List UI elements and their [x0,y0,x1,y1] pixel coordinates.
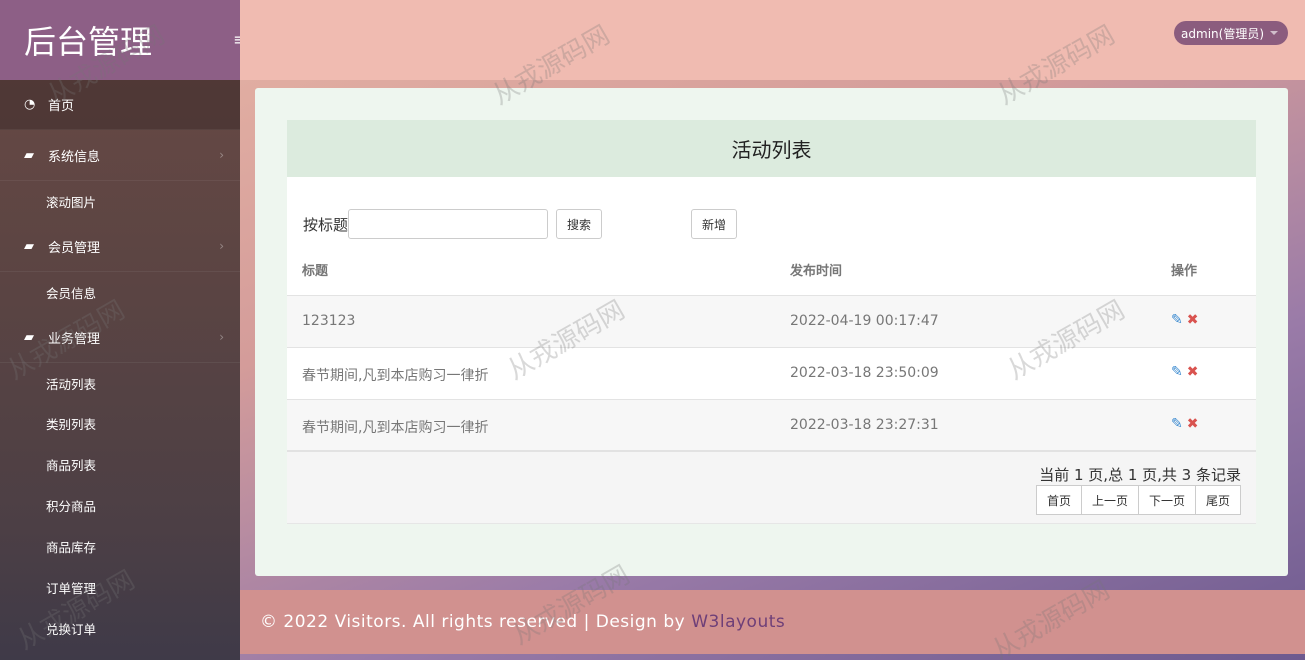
sidebar-item-label: 订单管理 [46,581,97,596]
sidebar-item-inventory[interactable]: 商品库存 [0,526,240,567]
row-time: 2022-04-19 00:17:47 [790,313,939,329]
table-row: 123123 2022-04-19 00:17:47 ✎ ✖ [287,295,1256,347]
top-bar: admin(管理员) [240,0,1305,80]
sidebar-item-orders[interactable]: 订单管理 [0,567,240,608]
next-page-button[interactable]: 下一页 [1137,485,1196,515]
delete-icon[interactable]: ✖ [1187,416,1199,432]
row-time: 2022-03-18 23:50:09 [790,365,939,381]
search-row: 按标题 [303,209,743,239]
activity-panel: 活动列表 按标题 搜索 新增 标题 发布时间 操作 123123 2022-04… [287,120,1256,524]
last-page-button[interactable]: 尾页 [1194,485,1241,515]
sidebar-item-points-products[interactable]: 积分商品 [0,485,240,526]
sidebar-item-products[interactable]: 商品列表 [0,444,240,485]
row-actions: ✎ ✖ [1171,364,1198,380]
sidebar: 后台管理 ≡ ◔ 首页 ▰ 系统信息 › 滚动图片 ▰ 会员管理 › 会员信息 … [0,0,255,660]
sidebar-item-label: 商品列表 [46,458,97,473]
sidebar-item-label: 积分商品 [46,499,97,514]
sidebar-item-label: 商品库存 [46,540,97,555]
sidebar-item-label: 活动列表 [46,376,97,392]
footer-link[interactable]: W3layouts [691,612,785,632]
pagination: 当前 1 页,总 1 页,共 3 条记录 首页 上一页 下一页 尾页 [287,450,1256,524]
row-title: 春节期间,凡到本店购习一律折 [302,420,489,436]
sidebar-item-member-info[interactable]: 会员信息 [0,272,240,312]
sidebar-item-label: 会员信息 [46,285,97,301]
search-button[interactable]: 搜索 [556,209,602,239]
dashboard-icon: ◔ [24,97,36,112]
chevron-right-icon: › [219,148,224,162]
sidebar-group-members[interactable]: ▰ 会员管理 › [0,221,240,272]
main-content: 活动列表 按标题 搜索 新增 标题 发布时间 操作 123123 2022-04… [255,88,1288,576]
sidebar-item-label: 兑换订单 [46,622,97,637]
footer: © 2022 Visitors. All rights reserved | D… [240,590,1305,654]
user-menu-dropdown[interactable]: admin(管理员) [1174,21,1288,45]
sidebar-item-categories[interactable]: 类别列表 [0,403,240,444]
sidebar-item-label: 会员管理 [48,240,101,256]
panel-title: 活动列表 [287,120,1256,177]
footer-text: © 2022 Visitors. All rights reserved | D… [260,612,686,632]
table-row: 春节期间,凡到本店购习一律折 2022-03-18 23:27:31 ✎ ✖ [287,399,1256,451]
sidebar-item-label: 业务管理 [48,331,101,347]
sidebar-group-business[interactable]: ▰ 业务管理 › [0,312,240,363]
table-row: 春节期间,凡到本店购习一律折 2022-03-18 23:50:09 ✎ ✖ [287,347,1256,399]
add-button[interactable]: 新增 [691,209,737,239]
sidebar-item-home[interactable]: ◔ 首页 [0,80,240,130]
sidebar-item-label: 首页 [48,99,75,114]
edit-icon[interactable]: ✎ [1171,364,1183,380]
delete-icon[interactable]: ✖ [1187,364,1199,380]
book-icon: ▰ [24,238,34,254]
caret-down-icon [1270,31,1278,35]
sidebar-item-activities[interactable]: 活动列表 [0,363,240,403]
chevron-right-icon: › [219,239,224,253]
search-label: 按标题 [303,215,349,234]
sidebar-group-system[interactable]: ▰ 系统信息 › [0,130,240,181]
brand-title: 后台管理 [24,23,153,61]
column-header-actions: 操作 [1171,264,1198,279]
book-icon: ▰ [24,147,34,163]
chevron-right-icon: › [219,330,224,344]
edit-icon[interactable]: ✎ [1171,312,1183,328]
pagination-info: 当前 1 页,总 1 页,共 3 条记录 [1039,466,1241,484]
row-title: 123123 [302,313,356,329]
sidebar-item-label: 类别列表 [46,417,97,432]
delete-icon[interactable]: ✖ [1187,312,1199,328]
brand-header: 后台管理 ≡ [0,0,255,80]
search-input[interactable] [348,209,549,239]
row-time: 2022-03-18 23:27:31 [790,417,939,433]
sidebar-item-exchange-orders[interactable]: 兑换订单 [0,608,240,649]
sidebar-item-carousel[interactable]: 滚动图片 [0,181,240,221]
row-actions: ✎ ✖ [1171,312,1198,328]
book-icon: ▰ [24,329,34,345]
edit-icon[interactable]: ✎ [1171,416,1183,432]
pagination-buttons: 首页 上一页 下一页 尾页 [1035,485,1241,515]
row-actions: ✎ ✖ [1171,416,1198,432]
sidebar-item-label: 滚动图片 [46,194,97,210]
user-name: admin(管理员) [1181,26,1264,41]
column-header-title: 标题 [302,264,329,279]
sidebar-item-label: 系统信息 [48,149,101,165]
prev-page-button[interactable]: 上一页 [1080,485,1139,515]
first-page-button[interactable]: 首页 [1035,485,1082,515]
row-title: 春节期间,凡到本店购习一律折 [302,368,489,384]
column-header-time: 发布时间 [790,264,843,279]
